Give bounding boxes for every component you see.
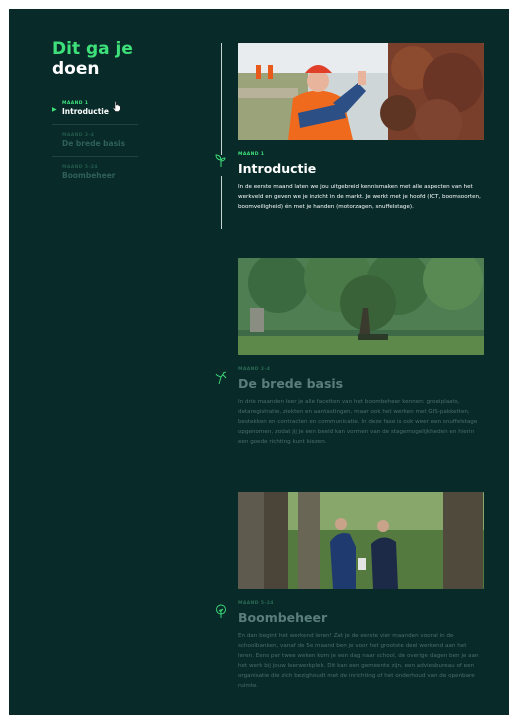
section-body: In de eerste maand laten we jou uitgebre…: [238, 184, 481, 210]
nav-item-label: Introductie: [62, 107, 109, 116]
section-boombeheer: MAAND 5-24 Boombeheer En dan begint het …: [216, 492, 484, 691]
section-kicker: MAAND 1: [238, 152, 265, 157]
timeline-line: [221, 176, 222, 229]
timeline-line: [221, 43, 222, 155]
page-title-line2: doen: [52, 59, 100, 79]
section-title: Boombeheer: [238, 610, 328, 625]
page-title: Dit ga je doen: [52, 39, 133, 79]
section-introductie: MAAND 1 Introductie In de eerste maand l…: [215, 43, 484, 212]
nav-item-kicker: MAAND 1: [62, 101, 89, 106]
nav-divider: [52, 124, 138, 125]
seedling-icon: [215, 371, 227, 384]
section-photo: [238, 43, 484, 140]
section-nav: ▶ MAAND 1 Introductie MAAND 2-4 De brede…: [52, 97, 138, 186]
section-body: En dan begint het werkend leren! Zat je …: [238, 633, 479, 689]
section-body: In drie maanden leer je alle facetten va…: [238, 399, 478, 445]
nav-item-boombeheer[interactable]: MAAND 5-24 Boombeheer: [52, 161, 138, 186]
nav-item-brede-basis[interactable]: MAAND 2-4 De brede basis: [52, 129, 138, 154]
arrow-right-icon: ▶: [52, 106, 57, 113]
section-kicker: MAAND 2-4: [238, 367, 271, 372]
page-panel: Dit ga je doen ▶ MAAND 1 Introductie MAA…: [9, 9, 509, 715]
section-kicker: MAAND 5-24: [238, 601, 274, 606]
nav-item-label: De brede basis: [62, 139, 126, 148]
section-title: Introductie: [238, 161, 317, 176]
nav-item-kicker: MAAND 5-24: [62, 165, 98, 170]
nav-item-introductie[interactable]: ▶ MAAND 1 Introductie: [52, 97, 138, 122]
section-brede-basis: MAAND 2-4 De brede basis In drie maanden…: [215, 258, 484, 447]
tree-icon: [216, 604, 226, 618]
nav-item-label: Boombeheer: [62, 171, 116, 180]
page-title-line1: Dit ga je: [52, 39, 133, 59]
pointer-cursor-icon: [112, 101, 121, 115]
section-photo: [238, 258, 484, 355]
nav-divider: [52, 156, 138, 157]
section-photo: [238, 492, 484, 589]
sprout-icon: [215, 154, 226, 167]
nav-item-kicker: MAAND 2-4: [62, 133, 95, 138]
section-title: De brede basis: [238, 376, 344, 391]
